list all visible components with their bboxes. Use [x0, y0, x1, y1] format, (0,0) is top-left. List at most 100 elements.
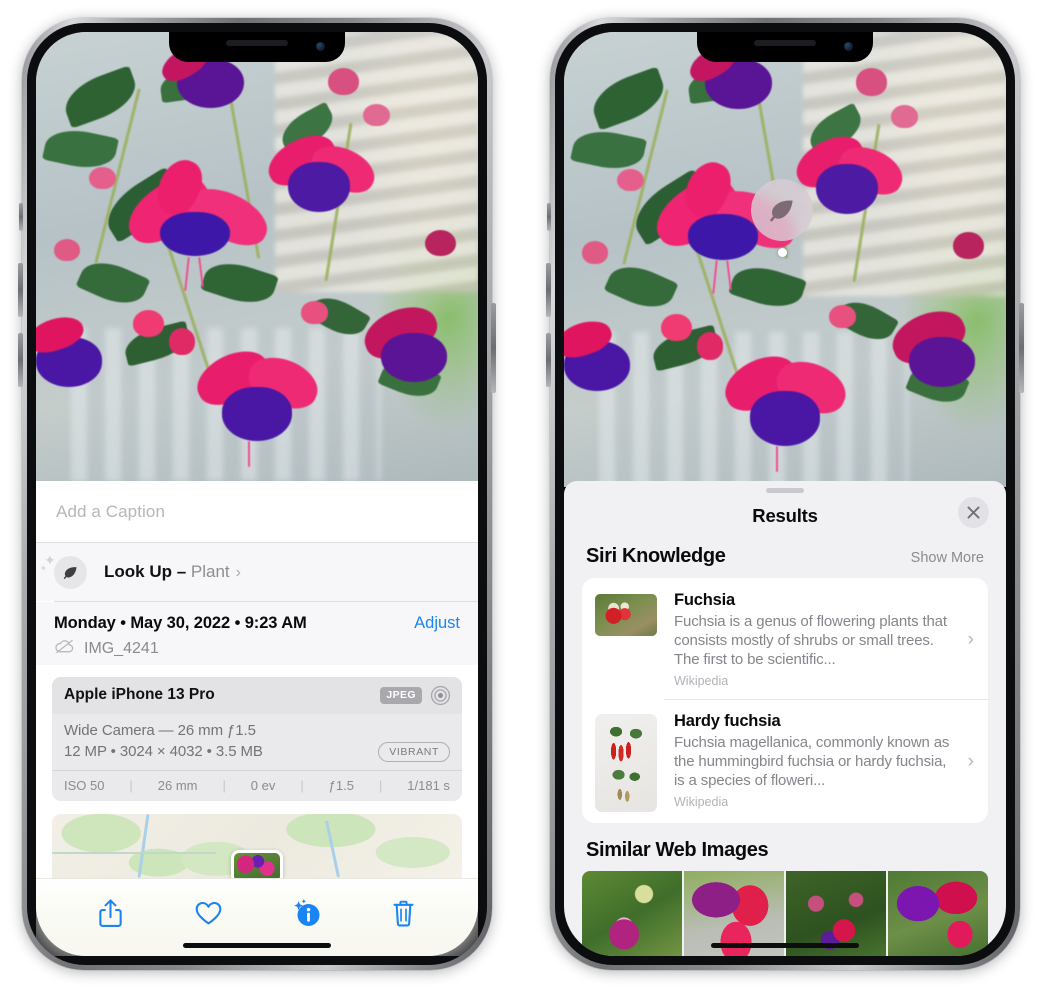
side-power-button[interactable]: [1019, 303, 1024, 393]
photo-bud: [301, 301, 328, 324]
exif-separator: |: [222, 777, 226, 793]
sparkle-icon-small: ✦: [40, 563, 47, 573]
exif-separator: |: [129, 777, 133, 793]
volume-down-button[interactable]: [18, 333, 23, 387]
knowledge-thumbnail: [595, 714, 657, 813]
photo-stamen: [248, 440, 251, 467]
map-pin-thumbnail: [234, 852, 280, 878]
knowledge-result-row[interactable]: Fuchsia Fuchsia is a genus of flowering …: [582, 578, 988, 699]
photo-bud: [952, 232, 984, 260]
photo-bud: [855, 68, 887, 96]
photo-date-text: Monday • May 30, 2022 • 9:23 AM: [54, 613, 307, 632]
knowledge-description: Fuchsia is a genus of flowering plants t…: [674, 613, 947, 669]
adjust-button[interactable]: Adjust: [414, 614, 460, 633]
photo-flower-corolla: [815, 163, 878, 214]
metadata-date-row: Monday • May 30, 2022 • 9:23 AM Adjust: [54, 614, 460, 633]
photo-bud: [581, 241, 609, 265]
earpiece-speaker-icon: [226, 40, 288, 46]
photo-filename: IMG_4241: [84, 639, 159, 657]
photo-flower-corolla: [687, 214, 759, 260]
photo-bud: [133, 310, 165, 338]
earpiece-speaker-icon: [754, 40, 816, 46]
look-up-kind: Plant: [190, 562, 230, 581]
silent-switch[interactable]: [19, 203, 23, 231]
knowledge-description: Fuchsia magellanica, commonly known as t…: [674, 734, 950, 790]
results-title: Results: [752, 505, 818, 526]
section-title: Siri Knowledge: [586, 545, 726, 567]
exif-focal: 26 mm: [157, 777, 198, 793]
side-power-button[interactable]: [491, 303, 496, 393]
close-button[interactable]: [958, 497, 989, 528]
photo-flower-corolla: [287, 162, 350, 212]
knowledge-title: Fuchsia: [674, 591, 735, 609]
section-title: Similar Web Images: [586, 839, 769, 862]
exif-shutter: 1/181 s: [407, 777, 450, 793]
volume-up-button[interactable]: [546, 263, 551, 317]
camera-info-card[interactable]: Apple iPhone 13 Pro JPEG Wide Camera — 2…: [52, 676, 462, 801]
knowledge-text-block: Fuchsia Fuchsia is a genus of flowering …: [674, 591, 968, 688]
share-button[interactable]: [88, 893, 134, 933]
photo-bud: [327, 67, 359, 95]
exif-separator: |: [378, 777, 383, 793]
photo-viewer[interactable]: [564, 32, 1006, 487]
home-indicator[interactable]: [711, 943, 859, 948]
knowledge-text-block: Hardy fuchsia Fuchsia magellanica, commo…: [674, 712, 968, 809]
favorite-button[interactable]: [185, 893, 231, 933]
iphone-right: Results Siri Knowledge Show More Fuchsia…: [546, 18, 1024, 970]
caption-field-row[interactable]: Add a Caption: [36, 481, 478, 543]
results-sheet: Results Siri Knowledge Show More Fuchsia…: [564, 481, 1006, 956]
siri-knowledge-section-header: Siri Knowledge Show More: [564, 539, 1006, 578]
exif-aperture: ƒ1.5: [328, 777, 354, 793]
photo-flower-corolla: [221, 386, 293, 441]
map-river: [137, 813, 150, 878]
photo-flower-corolla: [908, 336, 976, 387]
photo-bud: [661, 314, 693, 342]
show-more-button[interactable]: Show More: [911, 550, 984, 566]
photo-flower-corolla: [749, 391, 821, 447]
camera-specs-row: 12 MP • 3024 × 4032 • 3.5 MB VIBRANT: [64, 741, 450, 762]
caption-placeholder: Add a Caption: [56, 501, 166, 521]
look-up-title: Look Up: [104, 562, 172, 581]
photo-bud: [168, 328, 196, 356]
photographic-style-badge: VIBRANT: [378, 741, 450, 762]
photo-bud: [617, 168, 644, 192]
similar-web-images-section-header: Similar Web Images: [564, 823, 1006, 871]
leaf-icon: ✦ ✦: [40, 553, 87, 589]
photo-flower-corolla: [380, 332, 448, 383]
screen-left: Add a Caption ✦ ✦ Look Up – Plant › Mond…: [36, 32, 478, 956]
exif-separator: |: [300, 777, 304, 793]
volume-up-button[interactable]: [18, 263, 23, 317]
knowledge-thumbnail: [595, 594, 657, 636]
iphone-left: Add a Caption ✦ ✦ Look Up – Plant › Mond…: [18, 18, 496, 970]
look-up-row[interactable]: ✦ ✦ Look Up – Plant ›: [36, 543, 478, 601]
photo-viewer[interactable]: [36, 32, 478, 481]
map-photo-pin[interactable]: [231, 849, 283, 878]
info-button[interactable]: [283, 893, 329, 933]
knowledge-title: Hardy fuchsia: [674, 712, 781, 731]
volume-down-button[interactable]: [546, 333, 551, 387]
camera-specs-line: 12 MP • 3024 × 4032 • 3.5 MB: [64, 743, 263, 760]
web-image-thumbnail[interactable]: [888, 871, 988, 956]
photo-bud: [891, 104, 918, 128]
web-image-thumbnail[interactable]: [582, 871, 682, 956]
chevron-right-icon: ›: [967, 628, 974, 650]
front-camera-icon: [316, 42, 325, 51]
chevron-right-icon: ›: [967, 751, 974, 773]
camera-model-text: Apple iPhone 13 Pro: [64, 686, 215, 703]
exif-iso: ISO 50: [64, 777, 105, 793]
exif-exposure: 0 ev: [250, 777, 276, 793]
photo-stamen: [776, 446, 779, 473]
knowledge-result-row[interactable]: Hardy fuchsia Fuchsia magellanica, commo…: [582, 699, 988, 823]
location-map-thumbnail[interactable]: [52, 813, 462, 878]
screenshot-stage: Add a Caption ✦ ✦ Look Up – Plant › Mond…: [0, 0, 1055, 985]
metadata-block: Monday • May 30, 2022 • 9:23 AM Adjust I…: [36, 601, 478, 665]
home-indicator[interactable]: [183, 943, 331, 948]
visual-look-up-badge[interactable]: [751, 179, 813, 241]
icloud-slash-icon: [54, 639, 75, 659]
silent-switch[interactable]: [547, 203, 551, 231]
delete-button[interactable]: [380, 893, 426, 933]
format-badge: JPEG: [380, 686, 422, 704]
siri-knowledge-card-list: Fuchsia Fuchsia is a genus of flowering …: [582, 578, 988, 824]
map-road: [52, 851, 216, 854]
chevron-right-icon: ›: [235, 564, 241, 581]
